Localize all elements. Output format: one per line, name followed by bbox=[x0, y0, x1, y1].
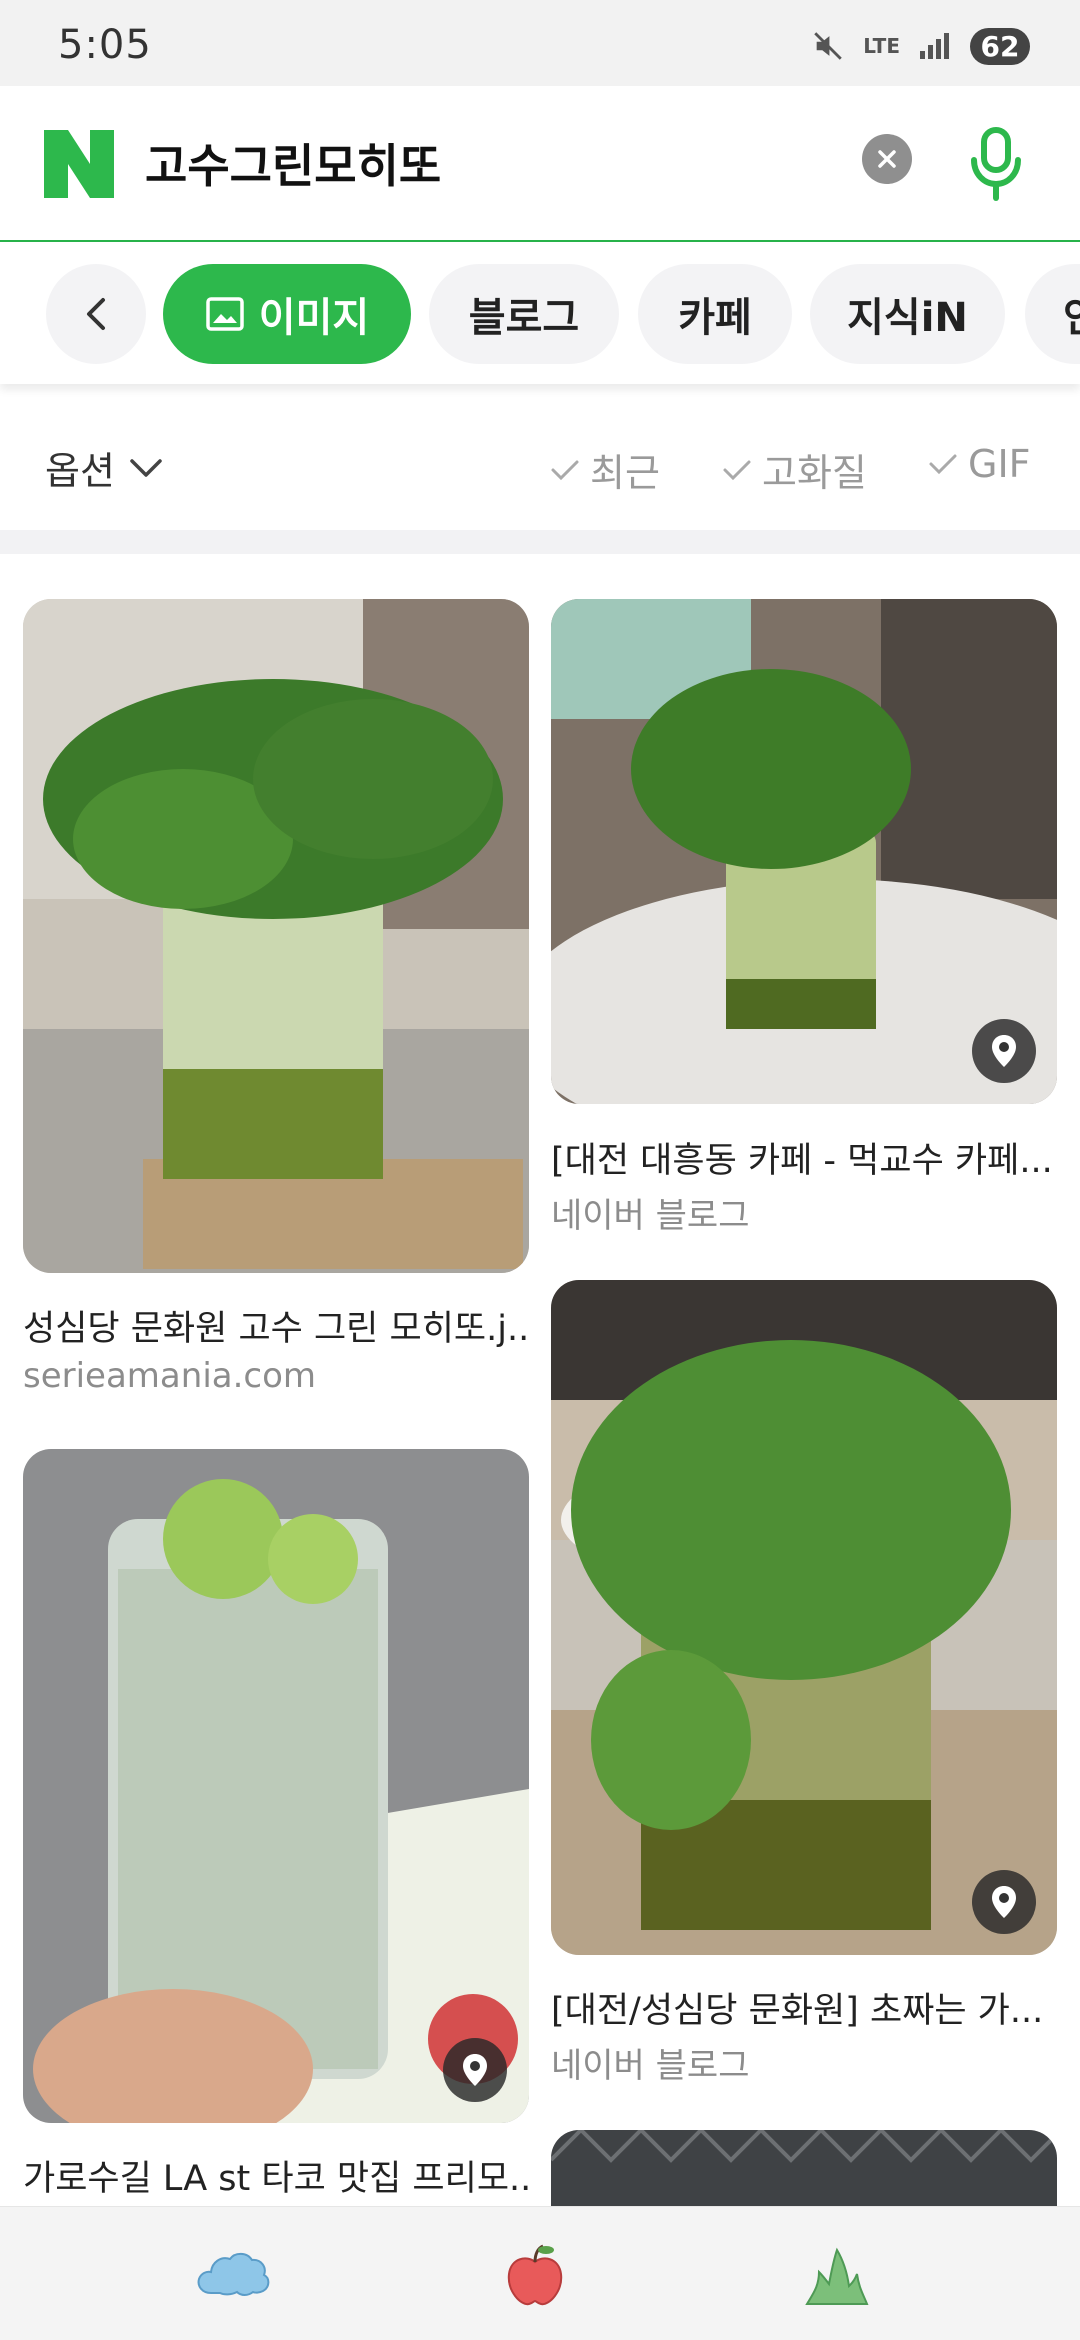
result-source-2[interactable]: 네이버 블로그 bbox=[551, 1188, 750, 1237]
options-label: 옵션 bbox=[45, 449, 115, 493]
status-time: 5:05 bbox=[58, 22, 152, 68]
bottom-nav bbox=[0, 2206, 1080, 2340]
cloud-icon bbox=[197, 2252, 270, 2296]
chevron-down-icon bbox=[130, 458, 162, 477]
result-title-1[interactable]: 성심당 문화원 고수 그린 모히또.j... bbox=[23, 1300, 533, 1351]
nav-plant-button[interactable] bbox=[792, 2237, 882, 2313]
chevron-left-icon bbox=[87, 298, 105, 330]
plant-icon bbox=[805, 2247, 869, 2305]
nav-apple-button[interactable] bbox=[490, 2237, 580, 2313]
category-tabs: 이미지 블로그 카페 지식iN 인 bbox=[0, 244, 1080, 384]
image-icon bbox=[206, 297, 244, 331]
naver-logo-icon[interactable] bbox=[44, 130, 114, 198]
apple-icon bbox=[507, 2244, 563, 2306]
location-pin-icon bbox=[992, 1886, 1016, 1918]
location-pin-button[interactable] bbox=[972, 1870, 1036, 1934]
nav-cloud-button[interactable] bbox=[188, 2237, 278, 2313]
result-source-4[interactable]: 네이버 블로그 bbox=[551, 2038, 750, 2087]
result-image-4[interactable] bbox=[551, 1280, 1057, 1955]
filter-recent-label: 최근 bbox=[590, 451, 660, 495]
location-pin-icon bbox=[463, 2054, 487, 2086]
cilantro-mojito-photo bbox=[551, 1280, 1057, 1955]
mute-icon bbox=[814, 32, 843, 60]
mojito-glass-photo bbox=[23, 1449, 529, 2123]
status-icons: LTE 62 bbox=[811, 26, 1030, 66]
tab-more[interactable]: 인 bbox=[1025, 264, 1080, 364]
result-image-1[interactable] bbox=[23, 599, 529, 1273]
filter-high-quality[interactable]: 고화질 bbox=[722, 442, 867, 497]
tab-image[interactable]: 이미지 bbox=[163, 264, 411, 364]
filter-recent[interactable]: 최근 bbox=[550, 442, 660, 497]
tab-blog[interactable]: 블로그 bbox=[429, 264, 619, 364]
check-icon bbox=[551, 460, 579, 480]
section-divider bbox=[0, 530, 1080, 554]
tabs-back-button[interactable] bbox=[46, 264, 146, 364]
filter-high-quality-label: 고화질 bbox=[762, 451, 867, 495]
status-bar: 5:05 LTE 62 bbox=[0, 0, 1080, 86]
cilantro-mojito-photo bbox=[23, 599, 529, 1273]
location-pin-icon bbox=[992, 1035, 1016, 1067]
result-title-3[interactable]: 가로수길 LA st 타코 맛집 프리모... bbox=[23, 2150, 533, 2201]
result-title-4[interactable]: [대전/성심당 문화원] 초짜는 가... bbox=[551, 1982, 1057, 2033]
result-title-2[interactable]: [대전 대흥동 카페 - 먹교수 카페... bbox=[551, 1132, 1057, 1183]
tab-knowledge-in[interactable]: 지식iN bbox=[810, 264, 1005, 364]
result-image-3[interactable] bbox=[23, 1449, 529, 2123]
check-icon bbox=[723, 460, 751, 480]
battery-icon: 62 bbox=[970, 27, 1030, 65]
filter-gif-label: GIF bbox=[968, 442, 1031, 486]
partial-photo bbox=[551, 2130, 1057, 2206]
voice-search-button[interactable] bbox=[960, 124, 1032, 204]
options-dropdown[interactable]: 옵션 bbox=[45, 440, 163, 495]
search-input[interactable]: 고수그린모히또 bbox=[145, 130, 441, 196]
result-source-1[interactable]: serieamania.com bbox=[23, 1356, 316, 1396]
search-bar: 고수그린모히또 bbox=[0, 86, 1080, 242]
tab-cafe[interactable]: 카페 bbox=[638, 264, 792, 364]
options-bar: 옵션 최근 고화질 GIF bbox=[0, 400, 1080, 525]
signal-icon bbox=[920, 33, 949, 59]
filter-gif[interactable]: GIF bbox=[928, 442, 1031, 486]
microphone-icon bbox=[971, 127, 1021, 201]
clear-search-button[interactable] bbox=[862, 134, 912, 184]
network-label: LTE bbox=[863, 34, 900, 58]
result-image-5[interactable] bbox=[551, 2130, 1057, 2206]
location-pin-button[interactable] bbox=[443, 2038, 507, 2102]
tab-image-label: 이미지 bbox=[258, 295, 370, 341]
close-icon bbox=[878, 150, 896, 168]
check-icon bbox=[929, 454, 957, 475]
location-pin-button[interactable] bbox=[972, 1019, 1036, 1083]
